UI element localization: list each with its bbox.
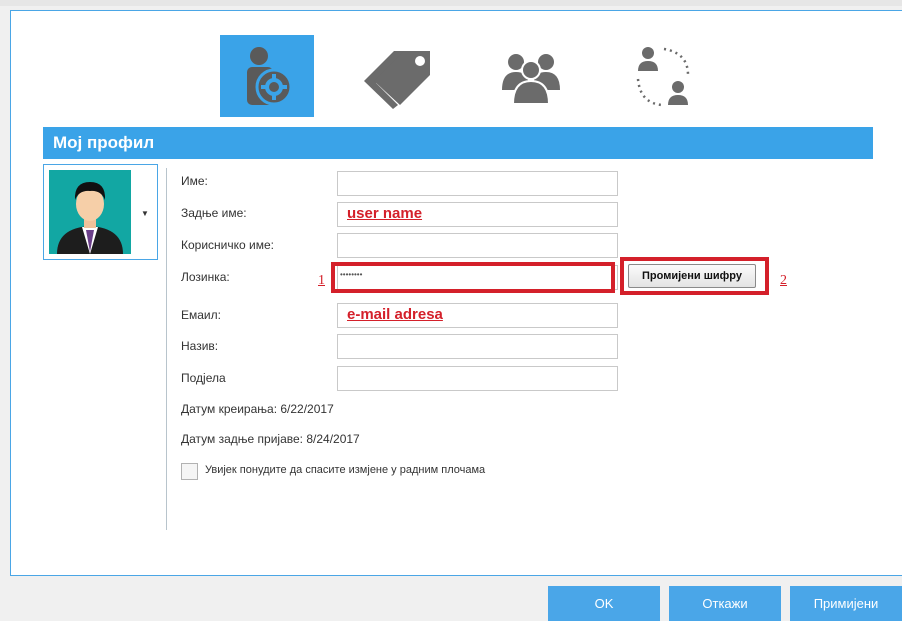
section-title-bar: Мој профил [43, 127, 873, 159]
password-label: Лозинка: [181, 270, 230, 284]
group-icon [502, 54, 560, 105]
avatar-picker[interactable]: ▼ [43, 164, 158, 260]
avatar [49, 170, 131, 254]
user-settings-icon [247, 47, 293, 106]
last-name-label: Задње име: [181, 206, 247, 220]
last-login-text: Датум задње пријаве: 8/24/2017 [181, 432, 360, 446]
tags-icon [364, 51, 430, 109]
user-switch-icon [636, 47, 690, 107]
highlight-password [331, 262, 615, 293]
tab-user-switch[interactable] [616, 35, 710, 117]
username-label: Корисничко име: [181, 238, 274, 252]
section-title: Мој профил [53, 133, 155, 152]
form-divider [166, 168, 167, 530]
username-field[interactable] [337, 233, 618, 258]
tab-groups[interactable] [484, 35, 578, 117]
chevron-down-icon[interactable]: ▼ [141, 209, 149, 218]
title-label: Назив: [181, 339, 219, 353]
first-name-field[interactable] [337, 171, 618, 196]
always-offer-save-checkbox[interactable] [181, 463, 198, 480]
last-name-value: user name [347, 205, 423, 222]
email-label: Емаил: [181, 308, 221, 322]
department-field[interactable] [337, 366, 618, 391]
department-label: Подјела [181, 371, 226, 385]
always-offer-save-label: Увијек понудите да спасите измјене у рад… [205, 464, 486, 476]
apply-button[interactable]: Примијени [790, 586, 902, 621]
ok-button[interactable]: OK [548, 586, 660, 621]
annotation-marker-1: 1 [318, 273, 325, 288]
created-date-text: Датум креирања: 6/22/2017 [181, 402, 334, 416]
cancel-button[interactable]: Откажи [669, 586, 781, 621]
annotation-marker-2: 2 [780, 273, 787, 288]
title-field[interactable] [337, 334, 618, 359]
top-edge [0, 0, 902, 6]
highlight-change-password [620, 257, 769, 295]
user-avatar-icon [49, 170, 131, 254]
tab-tags[interactable] [350, 35, 444, 117]
tab-user-settings[interactable] [220, 35, 314, 117]
first-name-label: Име: [181, 174, 208, 188]
email-value: e-mail adresa [347, 306, 443, 323]
